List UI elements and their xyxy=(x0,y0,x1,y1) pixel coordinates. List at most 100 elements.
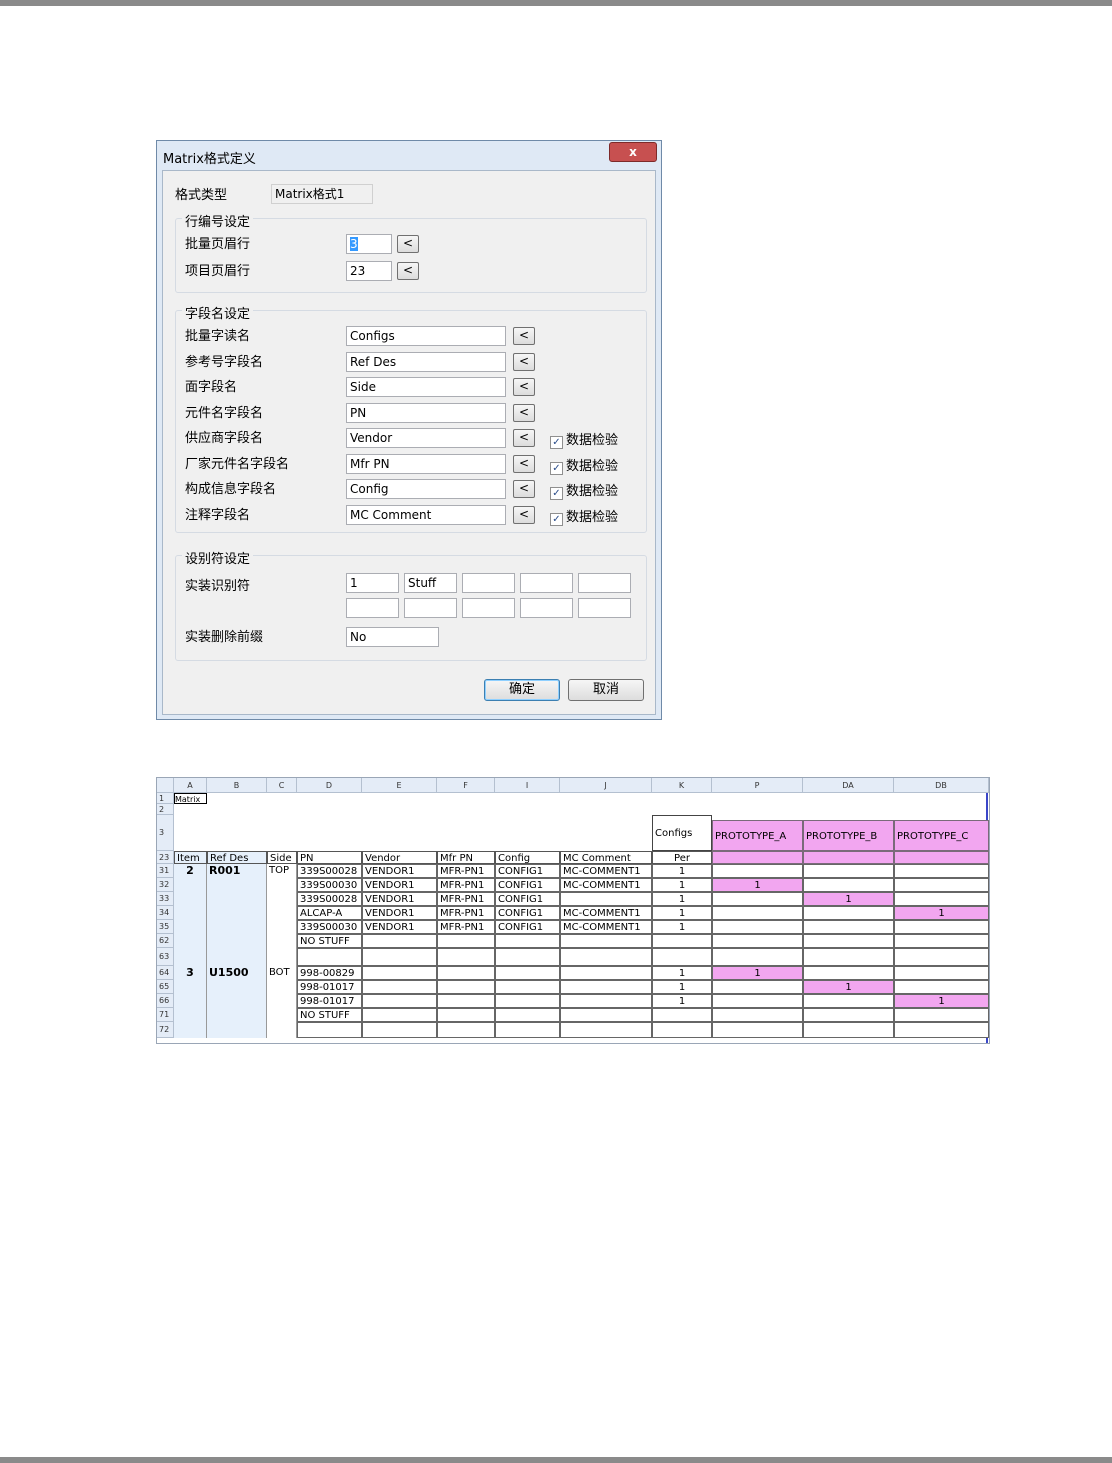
table-cell[interactable] xyxy=(297,948,362,966)
column-title-cell[interactable]: MC Comment xyxy=(560,851,652,864)
table-cell[interactable] xyxy=(495,980,560,994)
item-header-pick-button[interactable]: < xyxy=(397,262,419,280)
table-cell[interactable] xyxy=(437,1022,495,1038)
row-header[interactable]: 62 xyxy=(157,934,174,948)
prototype-cell[interactable] xyxy=(803,934,894,948)
table-cell[interactable]: 1 xyxy=(652,906,712,920)
batch-header-input[interactable]: 3 xyxy=(346,234,392,254)
prototype-cell[interactable]: 1 xyxy=(803,980,894,994)
table-cell[interactable]: 998-00829 xyxy=(297,966,362,980)
table-cell[interactable] xyxy=(207,994,267,1008)
prototype-header-cell[interactable]: PROTOTYPE_A xyxy=(712,820,803,851)
column-header[interactable]: I xyxy=(495,778,560,793)
row-header[interactable]: 64 xyxy=(157,966,174,980)
prototype-cell[interactable]: 1 xyxy=(712,966,803,980)
mount-identifier-input[interactable] xyxy=(520,598,573,618)
row-header[interactable]: 32 xyxy=(157,878,174,892)
table-cell[interactable] xyxy=(362,980,437,994)
field-row-input[interactable]: Side xyxy=(346,377,506,397)
data-check-checkbox[interactable]: ✓ 数据检验 xyxy=(550,506,618,526)
row-header[interactable]: 23 xyxy=(157,851,174,864)
prototype-cell[interactable] xyxy=(712,864,803,878)
field-row-pick-button[interactable]: < xyxy=(513,454,535,473)
row-header[interactable]: 34 xyxy=(157,906,174,920)
table-cell[interactable]: 998-01017 xyxy=(297,994,362,1008)
batch-header-pick-button[interactable]: < xyxy=(397,235,419,253)
column-header[interactable]: D xyxy=(297,778,362,793)
table-cell[interactable] xyxy=(267,892,297,906)
table-cell[interactable]: U1500 xyxy=(207,966,267,980)
table-cell[interactable] xyxy=(437,934,495,948)
row-header[interactable]: 66 xyxy=(157,994,174,1008)
table-cell[interactable]: MFR-PN1 xyxy=(437,920,495,934)
table-cell[interactable] xyxy=(174,948,207,966)
row-header[interactable]: 63 xyxy=(157,948,174,966)
table-cell[interactable] xyxy=(652,1008,712,1022)
field-row-input[interactable]: Vendor xyxy=(346,428,506,448)
table-cell[interactable] xyxy=(560,1008,652,1022)
prototype-cell[interactable] xyxy=(894,980,989,994)
table-cell[interactable] xyxy=(174,980,207,994)
prototype-fill-cell[interactable] xyxy=(803,851,894,864)
table-cell[interactable]: 339S00030 xyxy=(297,878,362,892)
mount-identifier-input[interactable] xyxy=(578,598,631,618)
table-cell[interactable]: 1 xyxy=(652,980,712,994)
table-cell[interactable] xyxy=(174,994,207,1008)
column-title-cell[interactable]: Side xyxy=(267,851,297,864)
table-cell[interactable]: VENDOR1 xyxy=(362,892,437,906)
table-cell[interactable] xyxy=(652,948,712,966)
column-header[interactable]: C xyxy=(267,778,297,793)
field-row-input[interactable]: Ref Des xyxy=(346,351,506,372)
data-check-checkbox[interactable]: ✓ 数据检验 xyxy=(550,429,618,449)
prototype-fill-cell[interactable] xyxy=(712,851,803,864)
table-cell[interactable] xyxy=(362,1008,437,1022)
row-header[interactable]: 71 xyxy=(157,1008,174,1022)
table-cell[interactable] xyxy=(207,1022,267,1038)
table-cell[interactable]: 2 xyxy=(174,864,207,878)
row-header[interactable]: 31 xyxy=(157,864,174,878)
cell-a1[interactable]: Matrix xyxy=(174,793,207,804)
prototype-cell[interactable] xyxy=(712,906,803,920)
table-cell[interactable] xyxy=(652,1022,712,1038)
prototype-cell[interactable] xyxy=(803,966,894,980)
table-cell[interactable] xyxy=(207,906,267,920)
column-header[interactable]: F xyxy=(437,778,495,793)
table-cell[interactable] xyxy=(267,878,297,892)
field-row-pick-button[interactable]: < xyxy=(513,505,535,524)
prototype-cell[interactable] xyxy=(894,1022,989,1038)
table-cell[interactable] xyxy=(437,994,495,1008)
table-cell[interactable]: 339S00030 xyxy=(297,920,362,934)
prototype-cell[interactable] xyxy=(803,1008,894,1022)
table-cell[interactable]: R001 xyxy=(207,864,267,878)
prototype-cell[interactable]: 1 xyxy=(894,994,989,1008)
prototype-cell[interactable] xyxy=(712,994,803,1008)
field-row-pick-button[interactable]: < xyxy=(513,327,535,345)
table-cell[interactable] xyxy=(267,920,297,934)
prototype-cell[interactable] xyxy=(894,864,989,878)
configs-header-cell[interactable]: Configs xyxy=(652,815,712,851)
mount-identifier-input[interactable] xyxy=(404,598,457,618)
column-title-cell[interactable]: Config xyxy=(495,851,560,864)
prototype-fill-cell[interactable] xyxy=(894,851,989,864)
row-header[interactable]: 3 xyxy=(157,815,174,851)
prototype-cell[interactable] xyxy=(712,920,803,934)
table-cell[interactable]: 339S00028 xyxy=(297,864,362,878)
close-button[interactable]: x xyxy=(609,142,657,162)
cancel-button[interactable]: 取消 xyxy=(568,679,644,701)
table-cell[interactable]: VENDOR1 xyxy=(362,864,437,878)
table-cell[interactable] xyxy=(174,1008,207,1022)
column-title-cell[interactable]: Vendor xyxy=(362,851,437,864)
ok-button[interactable]: 确定 xyxy=(484,679,560,701)
table-cell[interactable] xyxy=(207,892,267,906)
mount-identifier-input[interactable]: Stuff xyxy=(404,573,457,593)
prototype-cell[interactable] xyxy=(712,980,803,994)
table-cell[interactable]: MC-COMMENT1 xyxy=(560,920,652,934)
prototype-cell[interactable] xyxy=(894,1008,989,1022)
table-cell[interactable] xyxy=(207,920,267,934)
table-cell[interactable] xyxy=(560,948,652,966)
prototype-cell[interactable] xyxy=(712,1008,803,1022)
table-cell[interactable]: 339S00028 xyxy=(297,892,362,906)
table-cell[interactable]: NO STUFF xyxy=(297,1008,362,1022)
prototype-header-cell[interactable]: PROTOTYPE_C xyxy=(894,820,989,851)
table-cell[interactable] xyxy=(267,1008,297,1022)
